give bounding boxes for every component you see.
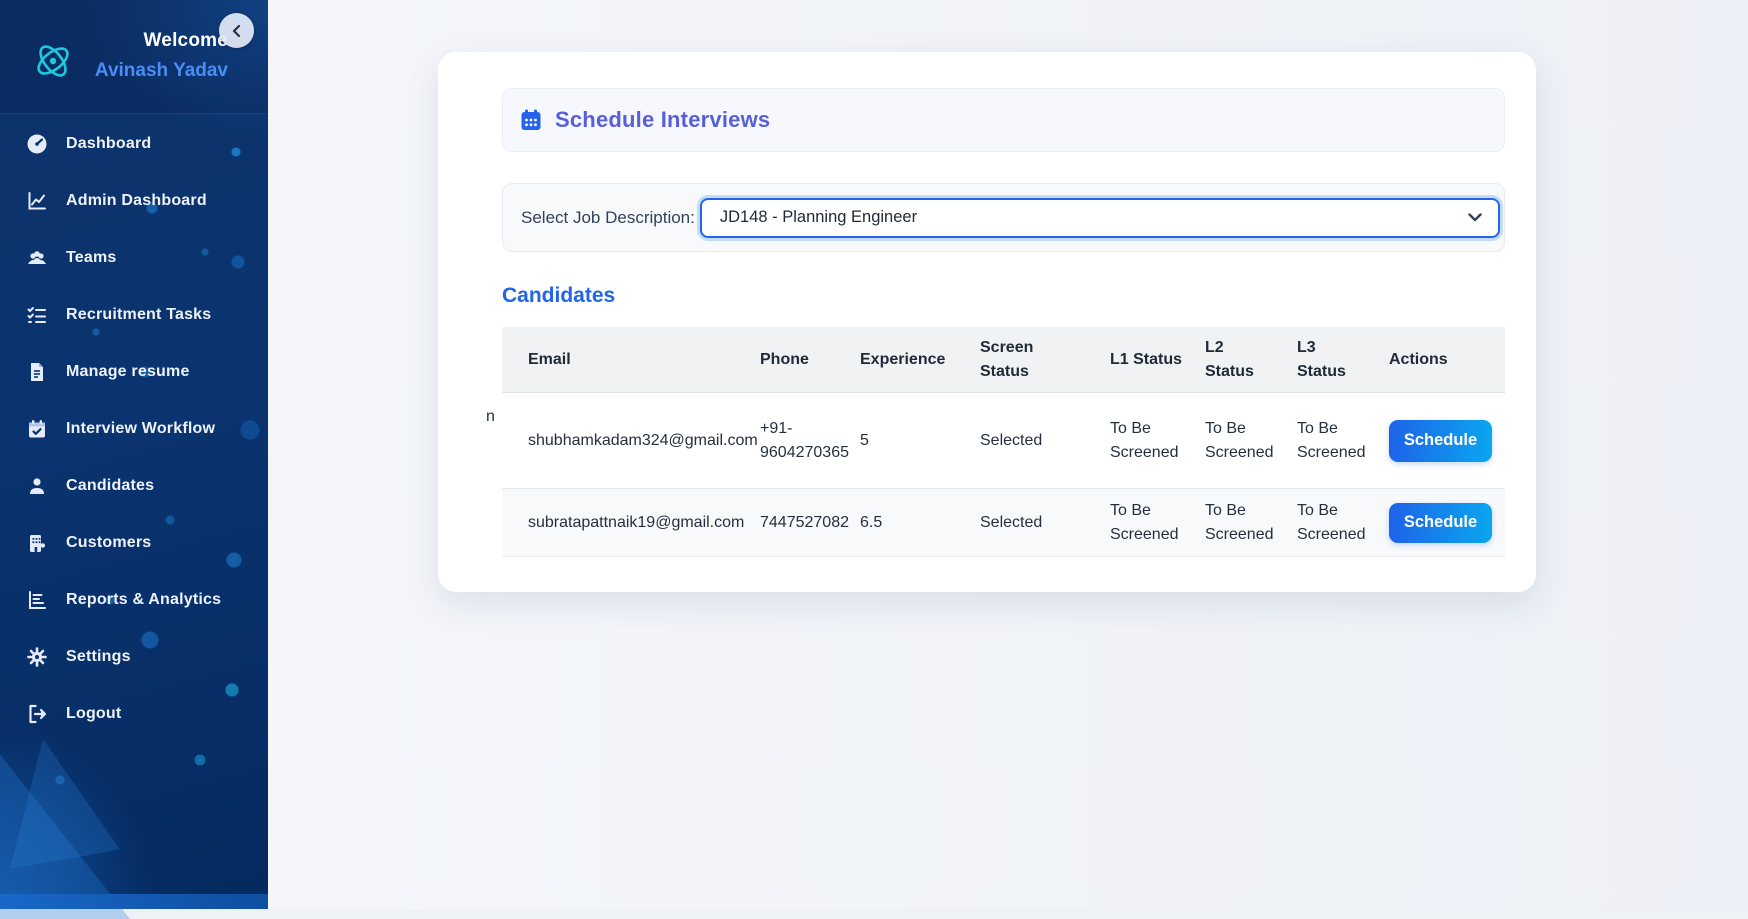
table-row: subratapattnaik19@gmail.com 7447527082 6… — [502, 489, 1505, 557]
welcome-block: Welcome Avinash Yadav — [95, 30, 228, 82]
job-select-value: JD148 - Planning Engineer — [720, 208, 1468, 227]
candidate-phone: +91-9604270365 — [742, 417, 842, 465]
column-header-email: Email — [502, 348, 742, 372]
logout-icon — [26, 703, 48, 725]
table-row: shubhamkadam324@gmail.com +91-9604270365… — [502, 393, 1505, 489]
chevron-left-icon — [230, 24, 244, 38]
candidate-email: subratapattnaik19@gmail.com — [502, 511, 742, 535]
sidebar-item-reports-analytics[interactable]: Reports & Analytics — [0, 571, 268, 628]
column-header-screen-status: Screen Status — [962, 336, 1092, 384]
user-name: Avinash Yadav — [95, 60, 228, 82]
sidebar-item-manage-resume[interactable]: Manage resume — [0, 343, 268, 400]
schedule-button[interactable]: Schedule — [1389, 503, 1492, 543]
l2-status: To Be Screened — [1187, 499, 1279, 547]
candidate-experience: 5 — [842, 429, 962, 453]
sidebar-item-label: Logout — [66, 705, 121, 723]
sidebar-item-dashboard[interactable]: Dashboard — [0, 115, 268, 172]
sidebar-item-label: Customers — [66, 534, 151, 552]
sidebar-item-interview-workflow[interactable]: Interview Workflow — [0, 400, 268, 457]
job-filter-panel: Select Job Description: JD148 - Planning… — [502, 183, 1505, 252]
user-icon — [26, 475, 48, 497]
sidebar-item-label: Manage resume — [66, 363, 190, 381]
column-header-experience: Experience — [842, 348, 962, 372]
column-header-l3-status: L3 Status — [1279, 336, 1371, 384]
job-select-label: Select Job Description: — [521, 208, 695, 228]
column-header-phone: Phone — [742, 348, 842, 372]
sidebar-item-candidates[interactable]: Candidates — [0, 457, 268, 514]
sidebar-item-teams[interactable]: Teams — [0, 229, 268, 286]
job-description-select[interactable]: JD148 - Planning Engineer — [700, 198, 1500, 238]
page-title: Schedule Interviews — [555, 107, 770, 133]
sidebar-decor-triangle — [10, 739, 120, 869]
building-icon — [26, 532, 48, 554]
column-header-l2-status: L2 Status — [1187, 336, 1279, 384]
actions-cell: Schedule — [1371, 503, 1505, 543]
sidebar-decor-band — [0, 894, 268, 909]
chart-bars-icon — [26, 589, 48, 611]
sidebar-item-logout[interactable]: Logout — [0, 685, 268, 742]
candidate-experience: 6.5 — [842, 511, 962, 535]
sidebar-item-label: Teams — [66, 249, 117, 267]
sidebar-item-label: Interview Workflow — [66, 420, 215, 438]
clipped-overflow-text: n — [486, 408, 495, 426]
gauge-icon — [26, 133, 48, 155]
l1-status: To Be Screened — [1092, 499, 1187, 547]
column-header-l1-status: L1 Status — [1092, 348, 1187, 372]
main-content: Schedule Interviews Select Job Descripti… — [268, 0, 1748, 909]
candidate-email: shubhamkadam324@gmail.com — [502, 429, 742, 453]
sidebar-item-label: Recruitment Tasks — [66, 306, 211, 324]
users-icon — [26, 247, 48, 269]
l3-status: To Be Screened — [1279, 499, 1371, 547]
schedule-button[interactable]: Schedule — [1389, 420, 1492, 462]
table-header-row: Email Phone Experience Screen Status L1 … — [502, 327, 1505, 393]
sidebar-item-label: Dashboard — [66, 135, 151, 153]
sidebar-item-customers[interactable]: Customers — [0, 514, 268, 571]
sidebar-item-admin-dashboard[interactable]: Admin Dashboard — [0, 172, 268, 229]
sidebar-item-label: Settings — [66, 648, 131, 666]
screen-status: Selected — [962, 429, 1092, 453]
actions-cell: Schedule — [1371, 420, 1505, 462]
calendar-check-icon — [26, 418, 48, 440]
file-icon — [26, 361, 48, 383]
sidebar: Welcome Avinash Yadav Dashboard Admin Da… — [0, 0, 268, 909]
candidates-section-title: Candidates — [502, 284, 615, 308]
schedule-interviews-card: Schedule Interviews Select Job Descripti… — [438, 52, 1536, 592]
screen-status: Selected — [962, 511, 1092, 535]
gear-icon — [26, 646, 48, 668]
candidates-table: Email Phone Experience Screen Status L1 … — [502, 327, 1505, 557]
sidebar-item-recruitment-tasks[interactable]: Recruitment Tasks — [0, 286, 268, 343]
l2-status: To Be Screened — [1187, 417, 1279, 465]
column-header-actions: Actions — [1371, 348, 1505, 372]
atom-logo-icon — [30, 38, 76, 84]
candidate-phone: 7447527082 — [742, 511, 842, 535]
sidebar-collapse-button[interactable] — [219, 13, 254, 48]
sidebar-item-label: Candidates — [66, 477, 154, 495]
sidebar-item-label: Reports & Analytics — [66, 591, 221, 609]
calendar-icon — [519, 108, 543, 132]
sidebar-item-settings[interactable]: Settings — [0, 628, 268, 685]
l3-status: To Be Screened — [1279, 417, 1371, 465]
list-check-icon — [26, 304, 48, 326]
sidebar-nav: Dashboard Admin Dashboard Teams Recruitm… — [0, 115, 268, 742]
l1-status: To Be Screened — [1092, 417, 1187, 465]
chevron-down-icon — [1468, 213, 1482, 222]
sidebar-item-label: Admin Dashboard — [66, 192, 207, 210]
page-title-panel: Schedule Interviews — [502, 88, 1505, 152]
chart-line-icon — [26, 190, 48, 212]
welcome-text: Welcome — [95, 30, 228, 52]
